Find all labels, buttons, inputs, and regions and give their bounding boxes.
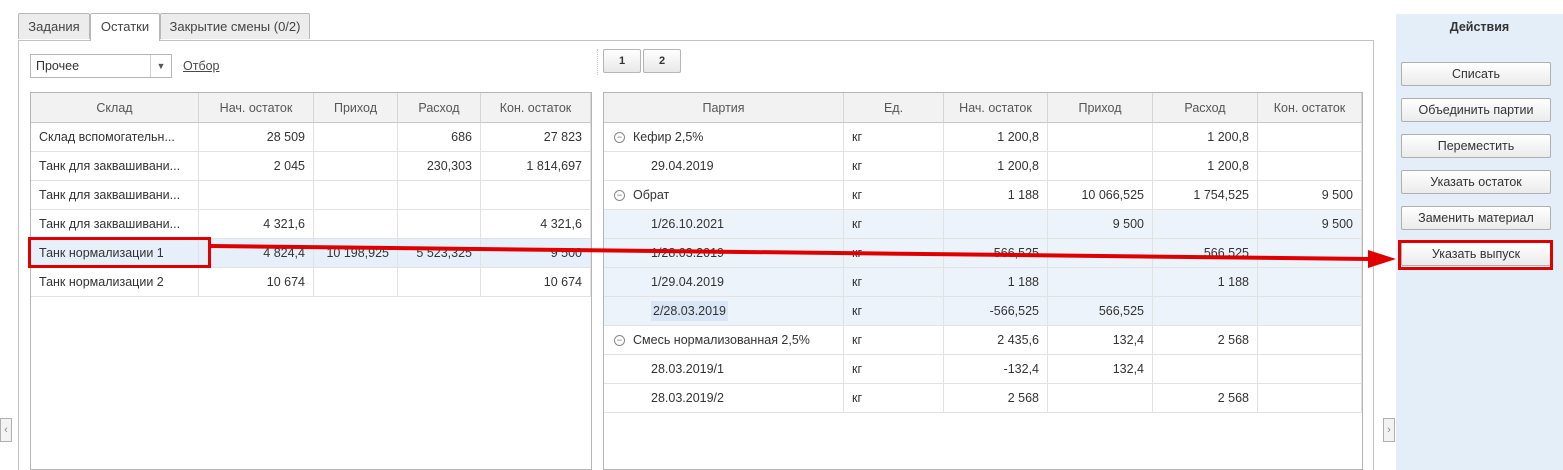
annotation-arrow-line <box>210 244 1371 261</box>
annotation-arrow <box>210 244 1396 268</box>
annotation-arrow-head <box>1368 250 1396 268</box>
tab-balances[interactable]: Остатки <box>90 13 160 41</box>
